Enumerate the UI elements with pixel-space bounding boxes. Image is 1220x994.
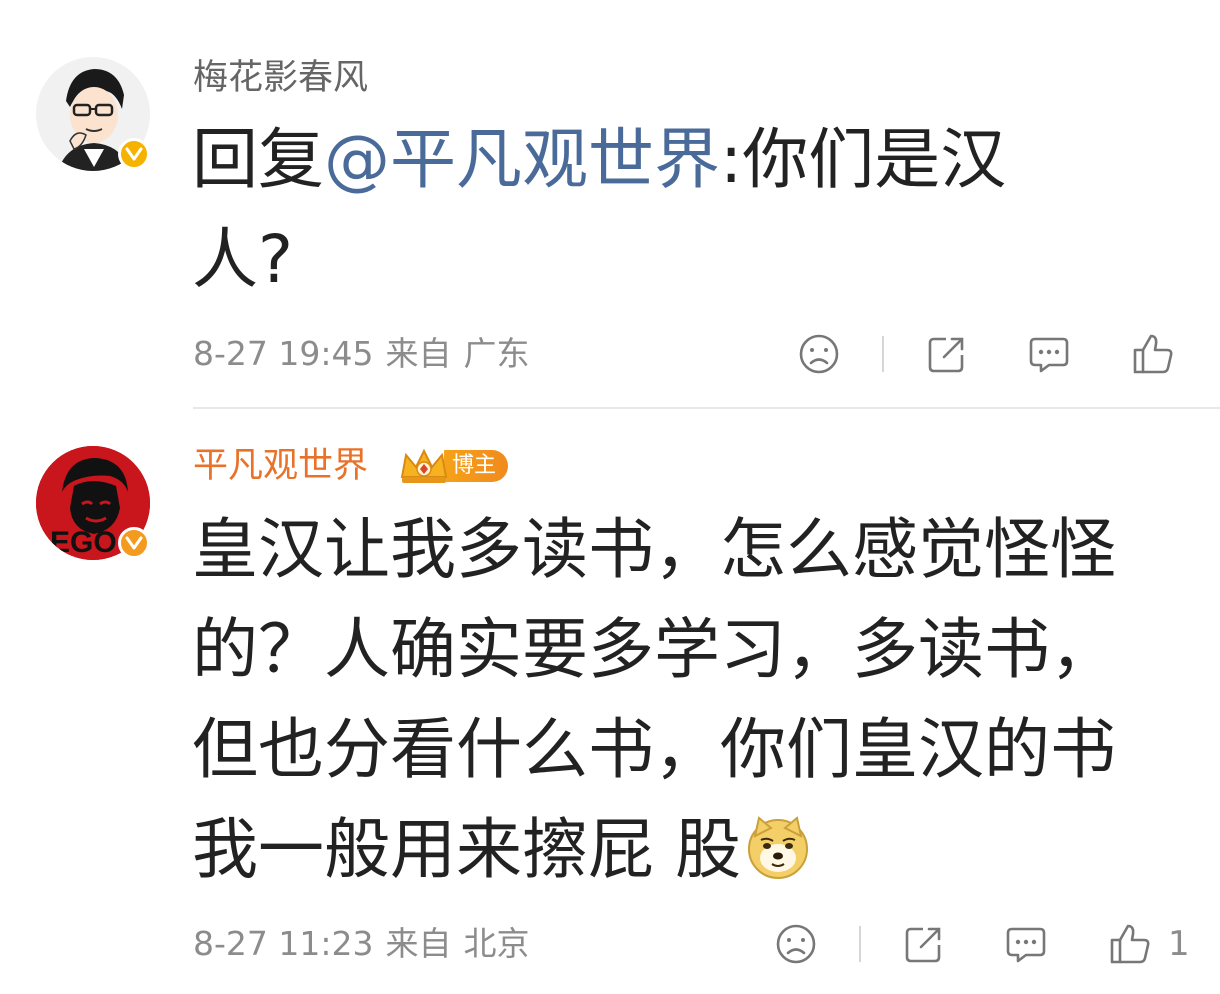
like-count: 1 <box>1168 924 1190 964</box>
location: 广东 <box>463 334 530 373</box>
author-name[interactable]: 梅花影春风 <box>193 58 368 98</box>
thumbs-up-icon[interactable] <box>1129 330 1177 378</box>
share-icon[interactable] <box>923 330 971 378</box>
divider <box>882 336 884 372</box>
comment-icon[interactable] <box>1002 920 1050 968</box>
verified-badge-icon <box>118 138 150 170</box>
divider <box>859 926 861 962</box>
from-label: 来自 <box>385 924 452 963</box>
comment-item: 梅花影春风 回复@平凡观世界:你们是汉 人? 8-27 19:45 来自 广东 <box>0 0 1220 408</box>
blogger-badge: 博主 <box>398 447 509 485</box>
badge-label: 博主 <box>444 450 509 482</box>
sad-face-icon[interactable] <box>795 330 843 378</box>
from-label: 来自 <box>385 334 452 373</box>
timestamp: 8-27 19:45 <box>193 334 374 373</box>
doge-emoji <box>745 808 811 879</box>
comment-divider <box>193 407 1220 409</box>
reply-prefix: 回复 <box>192 121 324 198</box>
share-icon[interactable] <box>900 920 948 968</box>
action-bar: 1 <box>772 920 1202 970</box>
content-text: 但也分看什么书，你们皇汉的书 <box>192 711 1116 788</box>
content-text: 人? <box>192 221 294 298</box>
content-text: 我一般用来擦屁 股 <box>192 811 741 888</box>
comment-meta: 8-27 11:23 来自 北京 <box>193 924 542 964</box>
thumbs-up-icon[interactable] <box>1106 920 1154 968</box>
svg-text:EGO: EGO <box>50 526 117 559</box>
content-text: 的？人确实要多学习，多读书， <box>192 611 1116 688</box>
sad-face-icon[interactable] <box>772 920 820 968</box>
action-bar <box>795 330 1195 380</box>
comment-item: EGO 平凡观世界 博主 皇汉让我多读书，怎么感觉怪怪 的？人确实要多学习，多读… <box>0 410 1220 994</box>
content-text: :你们是汉 <box>720 121 1007 198</box>
content-text: 皇汉让我多读书，怎么感觉怪怪 <box>192 511 1116 588</box>
crown-icon <box>398 447 450 485</box>
timestamp: 8-27 11:23 <box>193 924 374 963</box>
comment-icon[interactable] <box>1025 330 1073 378</box>
verified-badge-icon <box>118 527 150 559</box>
comment-meta: 8-27 19:45 来自 广东 <box>193 334 542 374</box>
location: 北京 <box>463 924 530 963</box>
comment-text: 皇汉让我多读书，怎么感觉怪怪 的？人确实要多学习，多读书， 但也分看什么书，你们… <box>192 500 1192 900</box>
author-name[interactable]: 平凡观世界 <box>193 446 368 486</box>
mention-link[interactable]: @平凡观世界 <box>324 121 720 198</box>
comment-text: 回复@平凡观世界:你们是汉 人? <box>192 110 1192 310</box>
